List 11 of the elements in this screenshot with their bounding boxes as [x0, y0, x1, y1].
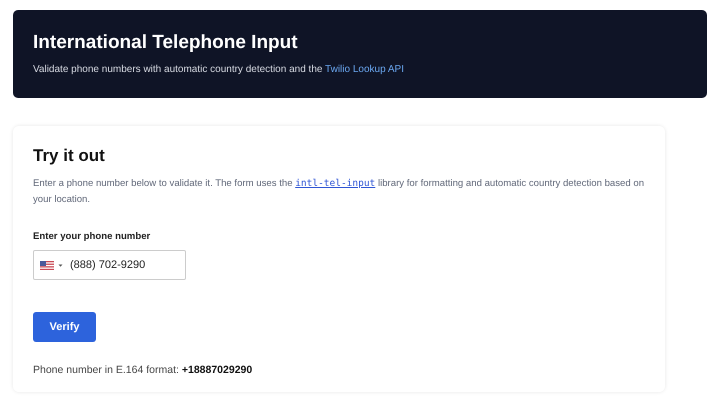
card-description: Enter a phone number below to validate it. The form uses the intl-tel-input library for formatting and automatic country detection based on your location.: [33, 177, 645, 207]
page-title: International Telephone Input: [33, 32, 299, 54]
card-title: Try it out: [33, 146, 106, 166]
result-text: Phone number in E.164 format: +18887029290: [33, 364, 254, 376]
lookup-link[interactable]: Twilio Lookup API: [325, 64, 404, 75]
verify-button[interactable]: Verify: [33, 312, 96, 342]
caret-icon[interactable]: [58, 262, 63, 268]
page-subtitle: Validate phone numbers with automatic country detection and the Twilio Lookup API: [33, 64, 405, 75]
phone-field[interactable]: (888) 702-9290: [33, 250, 186, 280]
field-label: Enter your phone number: [33, 231, 150, 242]
library-link[interactable]: intl-tel-input: [295, 178, 376, 189]
